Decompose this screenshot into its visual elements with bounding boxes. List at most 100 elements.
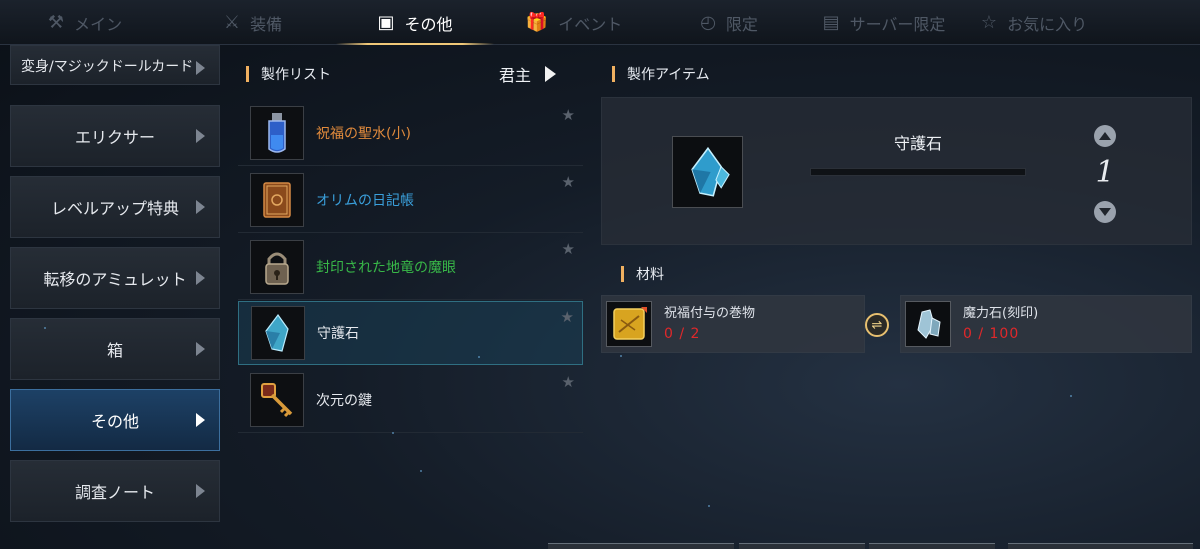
material-slot[interactable]: 魔力石(刻印) 0 / 100 bbox=[900, 295, 1192, 353]
craft-item-name: 守護石 bbox=[893, 134, 942, 153]
chevron-right-icon bbox=[196, 342, 205, 356]
material-count: 0 / 100 bbox=[963, 326, 1020, 342]
item-name: 守護石 bbox=[317, 326, 359, 342]
category-teleport-amulet[interactable]: 転移のアミュレット bbox=[10, 247, 220, 309]
bottom-button[interactable] bbox=[869, 543, 995, 549]
craft-list-title: 製作リスト bbox=[261, 67, 331, 83]
category-elixir[interactable]: エリクサー bbox=[10, 105, 220, 167]
class-filter-label: 君主 bbox=[499, 66, 532, 85]
class-filter-button[interactable]: 君主 bbox=[499, 62, 557, 86]
craft-progress-bar bbox=[810, 168, 1026, 176]
gift-icon: 🎁 bbox=[525, 12, 549, 33]
item-name: 次元の鍵 bbox=[316, 392, 372, 409]
sealed-eye-icon bbox=[250, 239, 304, 294]
chevron-down-icon bbox=[1099, 208, 1111, 216]
tab-limited[interactable]: ◴ 限定 bbox=[654, 0, 804, 45]
favorite-star-icon[interactable]: ★ bbox=[562, 373, 575, 391]
chevron-up-icon bbox=[1099, 132, 1111, 140]
ambient-particle bbox=[44, 327, 46, 329]
star-outline-icon: ☆ bbox=[980, 12, 998, 33]
tab-favorites[interactable]: ☆ お気に入り bbox=[964, 0, 1104, 45]
materials-header: 材料 bbox=[621, 264, 664, 284]
top-tab-bar: ⚒ メイン ⚔ 装備 ▣ その他 🎁 イベント ◴ 限定 ▤ サーバー限定 ☆ … bbox=[0, 0, 1200, 45]
category-other[interactable]: その他 bbox=[10, 389, 220, 451]
bottom-button[interactable] bbox=[548, 543, 734, 549]
ambient-particle bbox=[708, 505, 710, 507]
chevron-right-icon bbox=[196, 200, 205, 214]
category-label: その他 bbox=[90, 412, 139, 431]
crystal-icon bbox=[672, 136, 743, 208]
tab-label: 限定 bbox=[725, 14, 758, 34]
category-label: 転移のアミュレット bbox=[43, 270, 187, 289]
category-label: 箱 bbox=[106, 341, 123, 360]
craft-list-item[interactable]: 封印された地竜の魔眼 ★ bbox=[238, 234, 583, 300]
craft-list-item-selected[interactable]: 守護石 ★ bbox=[238, 301, 583, 365]
category-research-note[interactable]: 調査ノート bbox=[10, 460, 220, 522]
craft-list-item[interactable]: オリムの日記帳 ★ bbox=[238, 167, 583, 233]
ambient-particle bbox=[420, 470, 422, 472]
favorite-star-icon[interactable]: ★ bbox=[562, 173, 575, 191]
quantity-increase-button[interactable] bbox=[1094, 125, 1116, 147]
tab-other[interactable]: ▣ その他 bbox=[336, 0, 494, 45]
ambient-particle bbox=[478, 356, 480, 358]
quantity-value[interactable]: 1 bbox=[1090, 155, 1120, 190]
tab-label: お気に入り bbox=[1007, 14, 1088, 34]
item-name: オリムの日記帳 bbox=[316, 192, 414, 209]
section-marker bbox=[621, 266, 624, 282]
potion-vial-icon bbox=[250, 105, 304, 160]
craft-item-title: 製作アイテム bbox=[627, 67, 710, 83]
craft-item-header: 製作アイテム bbox=[612, 64, 710, 84]
crystal-icon bbox=[251, 306, 305, 360]
tab-server-limited[interactable]: ▤ サーバー限定 bbox=[804, 0, 964, 45]
tab-label: 装備 bbox=[250, 14, 283, 34]
category-transform-doll-card[interactable]: 変身/マジックドールカード bbox=[10, 45, 220, 85]
swap-material-icon[interactable]: ⇌ bbox=[865, 313, 889, 337]
bottom-button[interactable] bbox=[739, 543, 865, 549]
craft-list-header: 製作リスト bbox=[246, 64, 331, 84]
tab-event[interactable]: 🎁 イベント bbox=[494, 0, 654, 45]
scroll-icon bbox=[606, 301, 652, 347]
bottom-button[interactable] bbox=[1008, 543, 1193, 549]
server-list-icon: ▤ bbox=[822, 12, 840, 33]
category-label: エリクサー bbox=[74, 128, 155, 147]
category-box[interactable]: 箱 bbox=[10, 318, 220, 380]
magic-stone-icon bbox=[905, 301, 951, 347]
craft-list-item[interactable]: 祝福の聖水(小) ★ bbox=[238, 100, 583, 166]
book-icon bbox=[250, 172, 304, 227]
tab-label: その他 bbox=[404, 14, 453, 34]
quantity-decrease-button[interactable] bbox=[1094, 201, 1116, 223]
item-name: 祝福の聖水(小) bbox=[316, 125, 411, 142]
category-label: 変身/マジックドールカード bbox=[21, 59, 194, 75]
favorite-star-icon[interactable]: ★ bbox=[562, 240, 575, 258]
stopwatch-icon: ◴ bbox=[700, 12, 716, 33]
category-levelup-bonus[interactable]: レベルアップ特典 bbox=[10, 176, 220, 238]
ambient-particle bbox=[620, 355, 622, 357]
tab-equipment[interactable]: ⚔ 装備 bbox=[170, 0, 336, 45]
material-name: 魔力石(刻印) bbox=[963, 306, 1039, 321]
chevron-right-icon bbox=[196, 413, 205, 427]
chevron-right-icon bbox=[196, 129, 205, 143]
section-marker bbox=[246, 66, 249, 82]
material-name: 祝福付与の巻物 bbox=[664, 306, 756, 321]
material-slot[interactable]: 祝福付与の巻物 0 / 2 bbox=[601, 295, 865, 353]
ambient-particle bbox=[392, 432, 394, 434]
tab-main[interactable]: ⚒ メイン bbox=[0, 0, 170, 45]
ambient-particle bbox=[1070, 395, 1072, 397]
category-label: 調査ノート bbox=[74, 483, 155, 502]
favorite-star-icon[interactable]: ★ bbox=[562, 106, 575, 124]
chevron-right-icon bbox=[196, 484, 205, 498]
tab-label: イベント bbox=[558, 14, 623, 34]
key-icon bbox=[250, 372, 304, 427]
anvil-icon: ⚒ bbox=[47, 12, 65, 33]
box-icon: ▣ bbox=[377, 12, 395, 33]
item-name: 封印された地竜の魔眼 bbox=[316, 259, 456, 276]
crossed-swords-icon: ⚔ bbox=[223, 12, 241, 33]
category-label: レベルアップ特典 bbox=[50, 199, 179, 218]
favorite-star-icon[interactable]: ★ bbox=[561, 308, 574, 326]
material-count: 0 / 2 bbox=[664, 326, 701, 342]
chevron-right-icon bbox=[196, 61, 205, 75]
craft-list-item[interactable]: 次元の鍵 ★ bbox=[238, 367, 583, 433]
tab-label: メイン bbox=[74, 14, 123, 34]
materials-title: 材料 bbox=[636, 267, 664, 283]
tab-label: サーバー限定 bbox=[849, 14, 946, 34]
